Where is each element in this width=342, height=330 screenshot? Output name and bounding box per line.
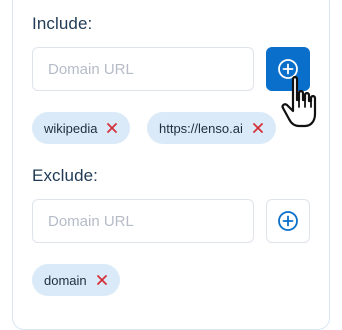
chip-label: https://lenso.ai	[159, 120, 243, 136]
remove-chip-icon[interactable]	[106, 122, 118, 134]
exclude-chip-domain: domain	[32, 264, 120, 296]
exclude-domain-input[interactable]	[32, 199, 254, 243]
plus-circle-icon	[278, 211, 298, 231]
remove-chip-icon[interactable]	[96, 274, 108, 286]
include-add-button[interactable]	[266, 47, 310, 91]
include-domain-input[interactable]	[32, 47, 254, 91]
include-title: Include:	[32, 14, 93, 33]
remove-chip-icon[interactable]	[252, 122, 264, 134]
chip-label: domain	[44, 272, 87, 288]
include-chip-wikipedia: wikipedia	[32, 112, 131, 144]
chip-label: wikipedia	[44, 120, 98, 136]
include-chip-lenso: https://lenso.ai	[147, 112, 276, 144]
plus-circle-icon	[278, 59, 298, 79]
exclude-add-button[interactable]	[266, 199, 310, 243]
exclude-title: Exclude:	[32, 166, 99, 185]
